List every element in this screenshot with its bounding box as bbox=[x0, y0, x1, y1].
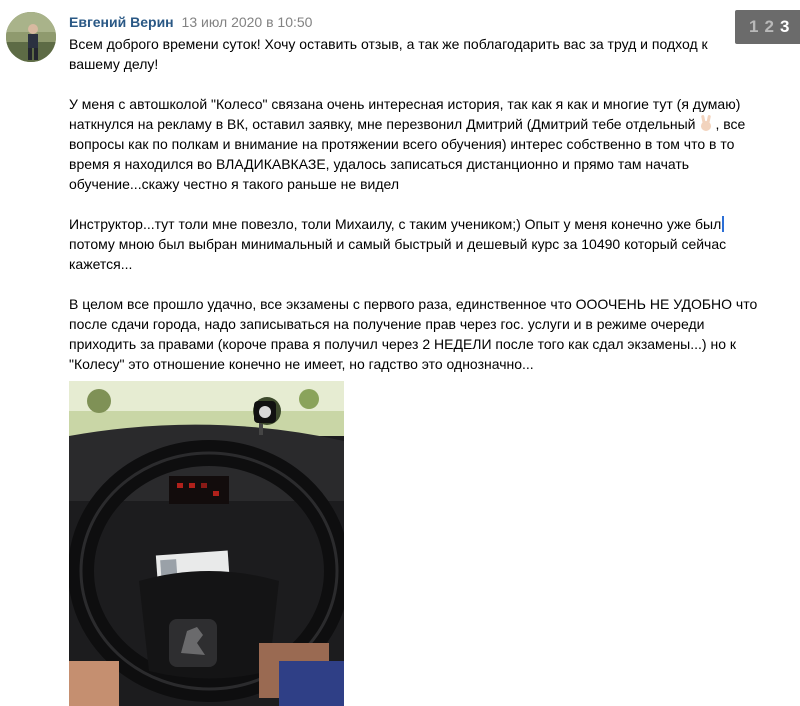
paragraph-story-start: У меня с автошколой "Колесо" связана оче… bbox=[69, 96, 741, 132]
text-cursor bbox=[722, 216, 725, 232]
victory-hand-emoji-icon bbox=[701, 115, 712, 131]
avatar-photo bbox=[6, 12, 56, 62]
pager-page-current[interactable]: 3 bbox=[780, 17, 789, 36]
paragraph-instructor: Инструктор...тут толи мне повезло, толи … bbox=[69, 214, 759, 274]
paragraph-instructor-end: потому мною был выбран минимальный и сам… bbox=[69, 236, 727, 272]
author-name[interactable]: Евгений Верин bbox=[69, 14, 174, 30]
paragraph-story: У меня с автошколой "Колесо" связана оче… bbox=[69, 94, 759, 194]
post-text: Всем доброго времени суток! Хочу оставит… bbox=[69, 34, 759, 394]
avatar[interactable] bbox=[6, 12, 56, 62]
paragraph-summary: В целом все прошло удачно, все экзамены … bbox=[69, 296, 758, 372]
paragraph-greeting: Всем доброго времени суток! Хочу оставит… bbox=[69, 36, 708, 72]
attached-photo[interactable] bbox=[68, 381, 350, 706]
post-date[interactable]: 13 июл 2020 в 10:50 bbox=[182, 14, 313, 30]
pager-page-2[interactable]: 2 bbox=[764, 17, 773, 36]
steering-wheel-photo bbox=[68, 381, 350, 706]
paragraph-instructor-start: Инструктор...тут толи мне повезло, толи … bbox=[69, 216, 722, 232]
post-header: Евгений Верин 13 июл 2020 в 10:50 bbox=[69, 12, 312, 32]
